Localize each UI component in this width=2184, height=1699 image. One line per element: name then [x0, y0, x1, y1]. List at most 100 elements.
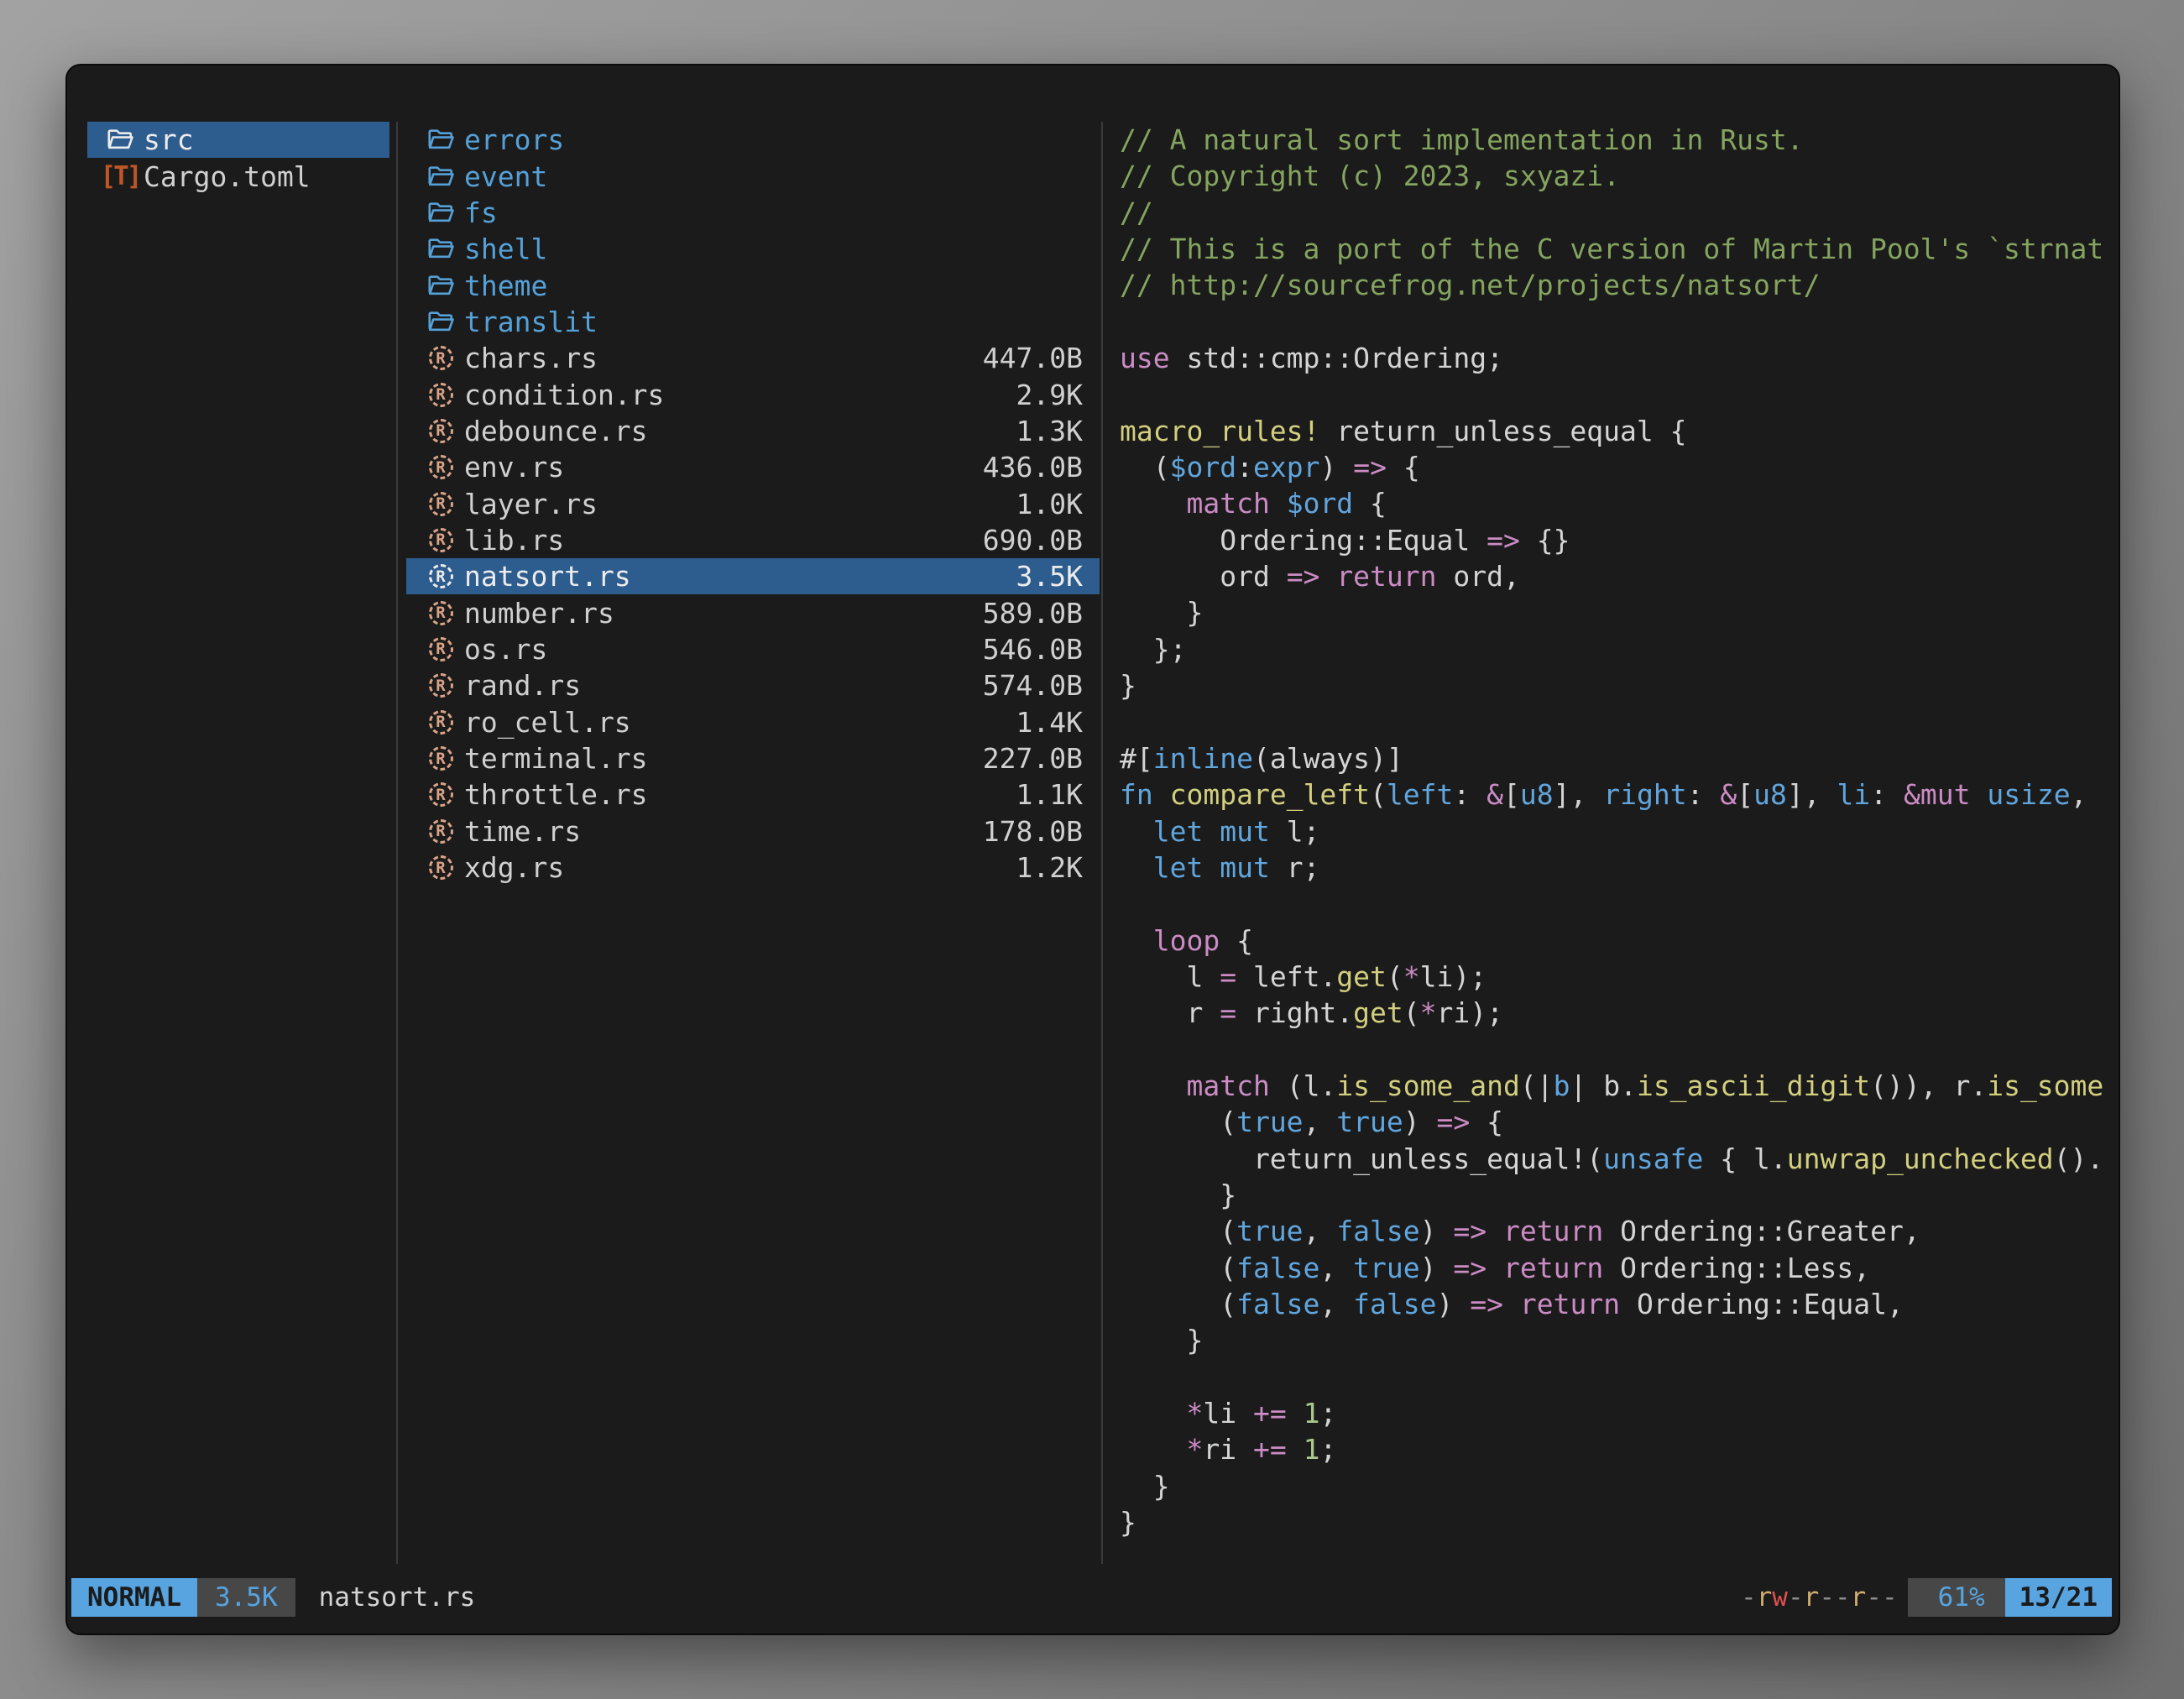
code-line: fn compare_left(left: &[u8], right: &[u8…	[1120, 776, 2117, 813]
current-row-chars.rs[interactable]: Rchars.rs447.0B	[406, 340, 1100, 376]
file-name: lib.rs	[464, 524, 564, 557]
code-line: let mut r;	[1120, 850, 2117, 886]
code-line: }	[1120, 1322, 2117, 1358]
status-filename: natsort.rs	[319, 1582, 476, 1613]
parent-row-src[interactable]: src	[87, 122, 389, 158]
code-line	[1120, 376, 2117, 412]
file-size: 589.0B	[974, 597, 1083, 630]
file-name: rand.rs	[464, 669, 581, 702]
rust-file-icon: R	[425, 342, 457, 374]
current-row-xdg.rs[interactable]: Rxdg.rs 1.2K	[406, 850, 1100, 886]
parent-pane: src[T]Cargo.toml	[87, 122, 389, 195]
file-size: 227.0B	[974, 742, 1083, 775]
current-row-translit[interactable]: translit	[406, 304, 1100, 340]
code-line: }	[1120, 1504, 2117, 1540]
current-row-env.rs[interactable]: Renv.rs436.0B	[406, 449, 1100, 485]
code-line	[1120, 304, 2117, 340]
current-row-lib.rs[interactable]: Rlib.rs690.0B	[406, 522, 1100, 558]
file-permissions: -rw-r--r--	[1741, 1582, 1898, 1613]
status-bar-left: NORMAL 3.5K natsort.rs	[71, 1578, 475, 1617]
rust-file-icon: R	[425, 597, 457, 629]
pane-divider-left	[396, 122, 398, 1564]
code-line: match (l.is_some_and(|b| b.is_ascii_digi…	[1120, 1068, 2117, 1104]
current-row-debounce.rs[interactable]: Rdebounce.rs1.3K	[406, 413, 1100, 449]
file-size: 1.1K	[1008, 778, 1083, 811]
file-name: debounce.rs	[464, 415, 648, 447]
file-name: errors	[464, 123, 564, 156]
parent-row-Cargo.toml[interactable]: [T]Cargo.toml	[87, 158, 389, 194]
file-size: 436.0B	[974, 451, 1083, 484]
rust-file-icon: R	[425, 488, 457, 520]
folder-open-icon	[425, 233, 457, 265]
code-line: macro_rules! return_unless_equal {	[1120, 413, 2117, 449]
desktop-background: src[T]Cargo.toml errorseventfsshelltheme…	[0, 0, 2184, 1699]
code-line: }	[1120, 594, 2117, 630]
rust-file-icon: R	[425, 379, 457, 410]
code-line: };	[1120, 631, 2117, 667]
current-row-condition.rs[interactable]: Rcondition.rs 2.9K	[406, 376, 1100, 412]
code-line: // http://sourcefrog.net/projects/natsor…	[1120, 267, 2117, 303]
file-name: terminal.rs	[464, 742, 648, 775]
current-row-number.rs[interactable]: Rnumber.rs589.0B	[406, 594, 1100, 630]
file-name: Cargo.toml	[144, 160, 311, 193]
code-line: *ri += 1;	[1120, 1431, 2117, 1467]
folder-open-icon	[104, 124, 136, 156]
rust-file-icon: R	[425, 743, 457, 775]
code-line: ($ord:expr) => {	[1120, 449, 2117, 485]
folder-open-icon	[425, 124, 457, 156]
file-name: shell	[464, 233, 547, 265]
file-size: 2.9K	[1008, 379, 1083, 411]
rust-file-icon: R	[425, 852, 457, 884]
file-name: throttle.rs	[464, 778, 648, 811]
current-row-os.rs[interactable]: Ros.rs546.0B	[406, 631, 1100, 667]
code-line: // This is a port of the C version of Ma…	[1120, 231, 2117, 267]
file-size: 3.5K	[1008, 560, 1083, 593]
file-name: xdg.rs	[464, 851, 564, 884]
file-size: 1.0K	[1008, 488, 1083, 520]
rust-file-icon: R	[425, 524, 457, 556]
file-name: condition.rs	[464, 379, 664, 411]
mode-indicator: NORMAL	[71, 1578, 197, 1617]
current-row-natsort.rs[interactable]: Rnatsort.rs3.5K	[406, 558, 1100, 594]
current-row-layer.rs[interactable]: Rlayer.rs1.0K	[406, 485, 1100, 521]
code-line: (true, true) => {	[1120, 1104, 2117, 1140]
file-name: src	[144, 123, 194, 156]
folder-open-icon	[425, 306, 457, 337]
current-row-terminal.rs[interactable]: Rterminal.rs 227.0B	[406, 740, 1100, 776]
file-size: 1.2K	[1008, 851, 1083, 884]
file-name: time.rs	[464, 815, 581, 848]
code-line: }	[1120, 1177, 2117, 1213]
code-line: r = right.get(*ri);	[1120, 995, 2117, 1031]
yazi-file-manager-window: src[T]Cargo.toml errorseventfsshelltheme…	[65, 64, 2120, 1635]
file-size: 447.0B	[974, 342, 1083, 374]
file-size: 1.4K	[1008, 706, 1083, 739]
current-row-ro_cell.rs[interactable]: Rro_cell.rs1.4K	[406, 704, 1100, 740]
current-row-errors[interactable]: errors	[406, 122, 1100, 158]
file-name: natsort.rs	[464, 560, 631, 593]
current-row-fs[interactable]: fs	[406, 195, 1100, 231]
rust-file-icon: R	[425, 815, 457, 847]
code-line: Ordering::Equal => {}	[1120, 522, 2117, 558]
current-row-shell[interactable]: shell	[406, 231, 1100, 267]
code-line: l = left.get(*li);	[1120, 959, 2117, 995]
current-row-event[interactable]: event	[406, 158, 1100, 194]
file-name: translit	[464, 306, 598, 338]
current-row-theme[interactable]: theme	[406, 267, 1100, 303]
current-row-rand.rs[interactable]: Rrand.rs574.0B	[406, 667, 1100, 703]
current-row-throttle.rs[interactable]: Rthrottle.rs 1.1K	[406, 776, 1100, 813]
code-line: //	[1120, 195, 2117, 231]
rust-file-icon: R	[425, 779, 457, 811]
current-row-time.rs[interactable]: Rtime.rs 178.0B	[406, 813, 1100, 850]
code-line	[1120, 704, 2117, 740]
code-line: }	[1120, 1468, 2117, 1504]
folder-open-icon	[425, 160, 457, 192]
toml-file-icon: [T]	[104, 160, 136, 192]
status-bar: NORMAL 3.5K natsort.rs -rw-r--r-- 61% 13…	[67, 1578, 2119, 1617]
code-line: return_unless_equal!(unsafe { l.unwrap_u…	[1120, 1141, 2117, 1177]
code-line: match $ord {	[1120, 485, 2117, 521]
cursor-position-chip: 13/21	[2005, 1578, 2112, 1617]
code-line	[1120, 1032, 2117, 1068]
code-line: loop {	[1120, 923, 2117, 959]
code-line: // Copyright (c) 2023, sxyazi.	[1120, 158, 2117, 194]
file-size: 178.0B	[974, 815, 1083, 848]
